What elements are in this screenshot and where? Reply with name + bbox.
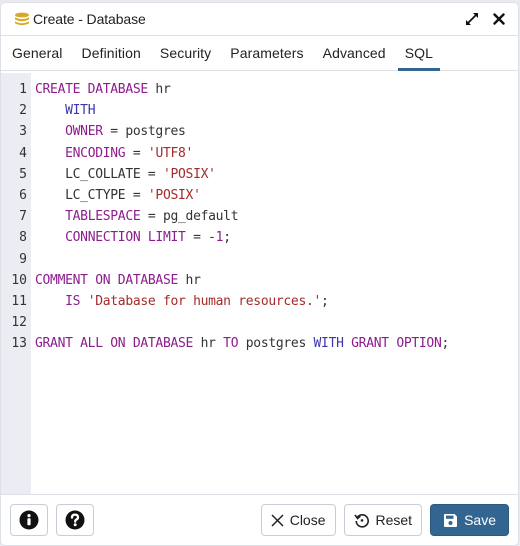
- line-number: 12: [11, 315, 27, 331]
- database-icon: [14, 12, 30, 26]
- code-line: TABLESPACE = pg_default: [35, 206, 518, 227]
- close-dialog-button[interactable]: [490, 10, 508, 28]
- dialog-title: Create - Database: [33, 11, 146, 27]
- code-token: LC_COLLATE =: [35, 166, 163, 182]
- reset-button-label: Reset: [375, 512, 413, 528]
- keyword-token: CREATE DATABASE: [35, 82, 148, 97]
- keyword-token: WITH: [313, 336, 344, 352]
- keyword-token: WITH: [65, 103, 96, 119]
- keyword-token: TO: [223, 336, 239, 352]
- code-token: = postgres: [102, 124, 186, 140]
- line-number: 6: [19, 187, 27, 203]
- code-token: postgres: [238, 336, 314, 352]
- code-token: hr: [178, 272, 201, 288]
- code-token: hr: [193, 336, 224, 352]
- line-number: 5: [19, 166, 27, 182]
- code-line: WITH: [35, 100, 518, 121]
- tab-general[interactable]: General: [5, 36, 70, 70]
- keyword-token: ENCODING: [65, 145, 126, 161]
- close-icon: [493, 13, 505, 25]
- code-token: hr: [147, 82, 171, 97]
- line-number: 9: [19, 251, 27, 267]
- tab-security[interactable]: Security: [153, 36, 218, 70]
- line-number: 4: [19, 145, 27, 161]
- code-line: OWNER = postgres: [35, 121, 518, 142]
- keyword-token: CONNECTION LIMIT: [65, 230, 186, 246]
- line-number: 3: [19, 124, 27, 140]
- code-line: COMMENT ON DATABASE hr: [35, 270, 518, 291]
- string-token: 'POSIX': [147, 187, 201, 203]
- close-x-icon: [271, 513, 284, 527]
- code-token: = -: [185, 230, 216, 246]
- tab-definition[interactable]: Definition: [75, 36, 148, 70]
- line-number: 7: [19, 209, 27, 225]
- code-line: LC_COLLATE = 'POSIX': [35, 164, 518, 185]
- string-token: 'UTF8': [147, 145, 194, 161]
- info-button[interactable]: [10, 504, 48, 536]
- line-number: 1: [19, 82, 27, 97]
- sql-code-area[interactable]: CREATE DATABASE hr WITH OWNER = postgres…: [31, 73, 518, 494]
- reset-button[interactable]: Reset: [343, 504, 423, 536]
- string-token: 'POSIX': [162, 166, 216, 182]
- line-number-gutter: 1 2 3 4 5 6 7 8 9 10 11 12 13: [1, 73, 31, 494]
- save-icon: [444, 513, 458, 527]
- line-number: 10: [11, 272, 27, 288]
- create-database-dialog: Create - Database General Definition Sec…: [0, 2, 519, 546]
- tab-bar: General Definition Security Parameters A…: [1, 36, 518, 71]
- maximize-icon: [466, 13, 478, 25]
- info-icon: [19, 510, 39, 530]
- close-button[interactable]: Close: [260, 504, 336, 536]
- line-number: 2: [19, 103, 27, 119]
- code-line: CREATE DATABASE hr: [35, 79, 518, 100]
- code-line: ENCODING = 'UTF8': [35, 143, 518, 164]
- code-line: LC_CTYPE = 'POSIX': [35, 185, 518, 206]
- line-number: 11: [11, 293, 27, 309]
- line-number: 8: [19, 230, 27, 246]
- keyword-token: OWNER: [65, 124, 103, 140]
- line-number: 13: [11, 336, 27, 352]
- save-button[interactable]: Save: [430, 504, 509, 536]
- save-button-label: Save: [464, 512, 496, 528]
- tab-advanced[interactable]: Advanced: [316, 36, 393, 70]
- tab-parameters[interactable]: Parameters: [223, 36, 310, 70]
- code-line: GRANT ALL ON DATABASE hr TO postgres WIT…: [35, 333, 518, 354]
- keyword-token: TABLESPACE: [65, 209, 141, 225]
- maximize-button[interactable]: [463, 10, 481, 28]
- keyword-token: GRANT ALL ON DATABASE: [35, 336, 194, 352]
- code-token: =: [125, 145, 148, 161]
- string-token: 'Database for human resources.': [87, 293, 322, 309]
- code-token: LC_CTYPE =: [35, 187, 148, 203]
- code-line: CONNECTION LIMIT = -1;: [35, 227, 518, 248]
- keyword-token: COMMENT ON DATABASE: [35, 272, 179, 288]
- code-token: ;: [223, 230, 231, 246]
- close-button-label: Close: [289, 512, 326, 528]
- reset-icon: [353, 514, 369, 528]
- keyword-token: IS: [65, 293, 81, 309]
- code-token: = pg_default: [140, 209, 239, 225]
- sql-editor[interactable]: 1 2 3 4 5 6 7 8 9 10 11 12 13 CREATE DATABASE hr WIT…: [1, 73, 518, 494]
- code-token: ;: [441, 336, 450, 352]
- code-token: ;: [321, 293, 329, 309]
- code-line: IS 'Database for human resources.';: [35, 291, 518, 312]
- tab-sql[interactable]: SQL: [397, 36, 441, 71]
- help-button[interactable]: [56, 504, 94, 536]
- keyword-token: GRANT OPTION: [351, 336, 442, 352]
- dialog-footer: Close Reset Save: [1, 494, 518, 545]
- help-icon: [65, 510, 85, 530]
- dialog-titlebar[interactable]: Create - Database: [1, 3, 518, 36]
